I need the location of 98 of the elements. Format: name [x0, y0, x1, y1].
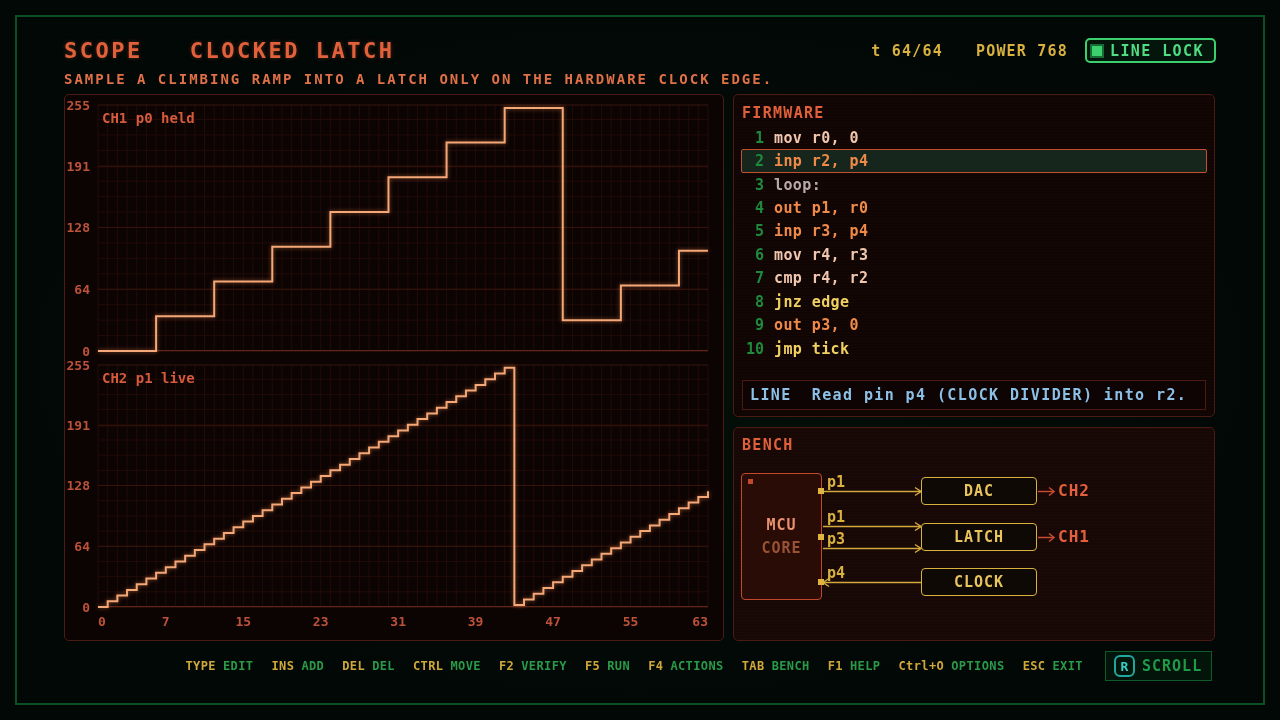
x-axis-label: 15	[235, 613, 252, 629]
shortcut-key: F2	[499, 659, 515, 673]
code-line[interactable]: 10 jmp tick	[741, 336, 1207, 361]
code-text: inp r2, p4	[774, 152, 869, 171]
code-line[interactable]: 8 jnz edge	[741, 290, 1207, 314]
pin-square-icon	[818, 579, 824, 586]
shortcut-action: VERIFY	[521, 659, 567, 673]
code-line[interactable]: 4 out p1, r0	[741, 196, 1207, 220]
y-axis-label: 64	[74, 538, 90, 554]
scroll-button[interactable]: R SCROLL	[1105, 651, 1212, 681]
y-axis-label: 255	[66, 97, 90, 113]
shortcut-action: ACTIONS	[670, 659, 724, 673]
screen-title: CLOCKED LATCH	[189, 38, 395, 63]
output-label: CH2	[1058, 482, 1090, 501]
shortcut-key: F4	[648, 659, 664, 673]
shortcut-action: DEL	[372, 659, 395, 673]
output-label: CH1	[1058, 527, 1090, 546]
y-axis-label: 191	[66, 418, 90, 434]
y-axis-label: 255	[66, 358, 90, 373]
core-subtitle: CORE	[761, 539, 802, 557]
y-axis-label: 191	[66, 159, 90, 175]
chart-title: CH1 p0 held	[102, 110, 195, 126]
shortcut-action: RUN	[607, 659, 631, 673]
shortcut-key: TYPE	[185, 659, 216, 673]
x-axis-label: 7	[161, 613, 170, 629]
y-axis-label: 64	[74, 281, 90, 297]
shortcut-key: CTRL	[413, 659, 444, 673]
y-axis-label: 128	[66, 220, 90, 235]
shortcut-key: F5	[585, 659, 601, 673]
indicator-icon	[748, 479, 753, 485]
line-lock-button[interactable]: LINE LOCK	[1085, 38, 1216, 63]
code-text: loop:	[774, 175, 822, 194]
hint-text: Read pin p4 (CLOCK DIVIDER) into r2.	[811, 386, 1188, 405]
shortcut-key: TAB	[741, 659, 765, 673]
module-block: DAC	[921, 477, 1037, 506]
y-axis-label: 0	[82, 599, 90, 615]
line-number: 2	[753, 152, 764, 171]
line-number: 9	[753, 316, 764, 335]
shortcut-action: MOVE	[450, 659, 481, 673]
line-number: 4	[753, 199, 764, 218]
power-readout: POWER 768	[975, 41, 1068, 60]
line-number: 3	[753, 175, 764, 194]
line-number: 8	[753, 292, 764, 311]
shortcut-action: EDIT	[223, 659, 254, 673]
tick-counter: t 64/64	[871, 41, 943, 60]
shortcut-key: F1	[827, 659, 843, 673]
code-text: inp r3, p4	[774, 222, 869, 241]
line-number: 10	[744, 339, 764, 358]
y-axis-label: 0	[82, 343, 90, 358]
shortcut-action: OPTIONS	[951, 659, 1005, 673]
subtitle: SAMPLE A CLIMBING RAMP INTO A LATCH ONLY ON THE HARDWARE CLOCK EDGE.	[64, 71, 774, 87]
line-number: 7	[753, 269, 764, 288]
code-text: mov r0, 0	[774, 128, 859, 147]
core-name: MCU	[766, 516, 797, 534]
shortcut-key: ESC	[1022, 659, 1046, 673]
x-axis-label: 31	[390, 613, 406, 629]
shortcut-key: Ctrl+O	[898, 659, 945, 673]
x-axis-label: 63	[692, 613, 708, 629]
pin-label: p1	[827, 473, 846, 490]
pin-square-icon	[818, 533, 824, 540]
shortcut-action: HELP	[850, 659, 881, 673]
x-axis-label: 23	[312, 613, 329, 629]
key-cap: R	[1114, 655, 1135, 677]
code-text: cmp r4, r2	[774, 269, 869, 288]
code-text: out p3, 0	[774, 316, 859, 335]
shortcut-action: ADD	[301, 659, 325, 673]
code-line[interactable]: 7 cmp r4, r2	[741, 266, 1207, 291]
pin-square-icon	[818, 488, 824, 495]
code-line[interactable]: 9 out p3, 0	[741, 313, 1207, 337]
shortcut-key: INS	[271, 659, 295, 673]
y-axis-label: 128	[66, 478, 90, 494]
code-text: out p1, r0	[774, 199, 869, 218]
x-axis-label: 55	[622, 613, 639, 629]
mode-title: SCOPE	[64, 38, 143, 63]
code-text: jmp tick	[774, 339, 850, 358]
line-number: 6	[753, 245, 764, 264]
panel-title: BENCH	[741, 435, 795, 455]
panel-title: FIRMWARE	[741, 104, 826, 122]
x-axis-label: 47	[545, 613, 561, 629]
code-text: mov r4, r3	[774, 245, 869, 264]
x-axis-label: 0	[98, 613, 106, 629]
x-axis-label: 39	[467, 613, 484, 629]
code-line[interactable]: 3 loop:	[741, 172, 1207, 197]
code-line[interactable]: 5 inp r3, p4	[741, 219, 1207, 244]
module-block: CLOCK	[921, 568, 1037, 597]
line-number: 5	[753, 222, 764, 241]
pin-label: p4	[827, 564, 846, 581]
code-line[interactable]: 6 mov r4, r3	[741, 243, 1207, 267]
line-number: 1	[753, 128, 764, 147]
code-text: jnz edge	[774, 292, 850, 311]
module-block: LATCH	[921, 522, 1037, 551]
shortcut-action: BENCH	[771, 659, 810, 673]
shortcut-action: EXIT	[1052, 659, 1083, 673]
code-line[interactable]: 1 mov r0, 0	[741, 126, 1207, 150]
pin-label: p3	[827, 530, 846, 547]
pin-label: p1	[827, 508, 846, 525]
shortcut-key: DEL	[342, 659, 366, 673]
hint-tag: LINE	[750, 386, 792, 405]
